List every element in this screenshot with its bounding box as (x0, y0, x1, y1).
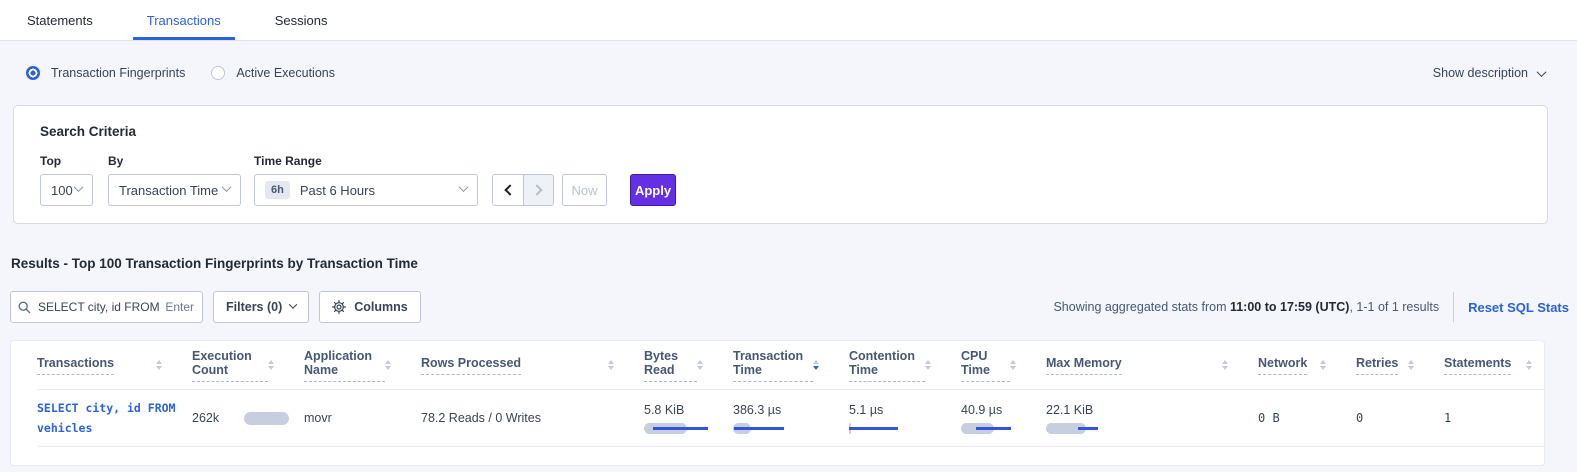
chevron-down-icon (1537, 67, 1547, 77)
chevron-down-icon (222, 182, 232, 192)
sort-icon[interactable] (1222, 360, 1228, 370)
apply-button[interactable]: Apply (630, 174, 676, 206)
by-label: By (108, 154, 254, 168)
sort-icon[interactable] (268, 360, 274, 370)
column-header-network[interactable]: Network (1258, 356, 1356, 375)
sort-icon[interactable] (608, 360, 614, 370)
now-button[interactable]: Now (562, 174, 607, 206)
aggregated-stats: Showing aggregated stats from 11:00 to 1… (1053, 292, 1569, 322)
radio-active-executions-label: Active Executions (236, 66, 335, 80)
column-header-cpu-time[interactable]: CPU Time (961, 349, 1046, 382)
execution-count-bar (244, 412, 289, 425)
bytes-read-cell: 5.8 KiB (644, 403, 733, 434)
by-select[interactable]: Transaction Time (108, 174, 241, 206)
sort-icon[interactable] (1320, 360, 1326, 370)
chevron-right-icon (531, 184, 542, 195)
top-label: Top (40, 154, 108, 168)
execution-count-cell: 262k (192, 411, 304, 425)
column-header-bytes-read[interactable]: Bytes Read (644, 349, 733, 382)
application-name-cell: movr (304, 411, 421, 425)
show-description-label: Show description (1433, 66, 1528, 80)
time-range-label: Time Range (254, 154, 492, 168)
search-box[interactable]: Enter (10, 291, 203, 323)
chevron-down-icon (74, 182, 84, 192)
results-table: Transactions Execution Count Application… (10, 340, 1545, 466)
search-icon (18, 301, 31, 314)
column-header-transaction-time[interactable]: Transaction Time (733, 349, 849, 382)
chevron-left-icon (504, 184, 515, 195)
search-enter-hint: Enter (165, 300, 194, 314)
sort-icon[interactable] (697, 360, 703, 370)
column-header-execution-count[interactable]: Execution Count (192, 349, 304, 382)
table-header-row: Transactions Execution Count Application… (37, 341, 1544, 390)
reset-sql-stats-link[interactable]: Reset SQL Stats (1468, 300, 1569, 315)
sort-icon-active-desc[interactable] (813, 360, 819, 370)
results-toolbar: Enter Filters (0) Columns Showing aggreg… (10, 291, 1569, 323)
show-description-toggle[interactable]: Show description (1433, 66, 1551, 80)
sort-icon[interactable] (1526, 360, 1532, 370)
divider (1453, 292, 1454, 322)
column-header-application-name[interactable]: Application Name (304, 349, 421, 382)
cpu-time-cell: 40.9 µs (961, 403, 1046, 434)
gear-icon (332, 300, 346, 314)
view-toggle-row: Transaction Fingerprints Active Executio… (0, 41, 1577, 105)
filters-button-label: Filters (0) (226, 300, 282, 314)
radio-fingerprints-label: Transaction Fingerprints (51, 66, 185, 80)
table-row: SELECT city, id FROM vehicles 262k movr … (37, 390, 1544, 447)
sort-icon[interactable] (385, 360, 391, 370)
radio-unselected-icon[interactable] (211, 66, 225, 80)
column-header-transactions[interactable]: Transactions (37, 356, 192, 375)
retries-cell: 0 (1356, 411, 1444, 425)
tab-transactions[interactable]: Transactions (145, 0, 223, 40)
time-range-badge: 6h (265, 181, 290, 199)
column-header-max-memory[interactable]: Max Memory (1046, 356, 1258, 375)
transaction-time-bar-chart (733, 423, 805, 434)
column-header-contention-time[interactable]: Contention Time (849, 349, 961, 382)
tab-sessions[interactable]: Sessions (273, 0, 330, 40)
tabs-bar: Statements Transactions Sessions (0, 0, 1577, 41)
stats-time-range: 11:00 to 17:59 (UTC) (1230, 300, 1349, 314)
time-next-button[interactable] (523, 175, 553, 205)
by-select-value: Transaction Time (119, 183, 218, 198)
radio-active-executions[interactable]: Active Executions (211, 66, 335, 80)
search-criteria-card: Search Criteria Top 100 By Transaction T… (13, 105, 1548, 224)
bytes-read-bar-chart (644, 423, 716, 434)
contention-time-cell: 5.1 µs (849, 403, 961, 434)
time-nav-group (492, 174, 554, 206)
radio-selected-icon[interactable] (26, 66, 40, 80)
column-header-rows-processed[interactable]: Rows Processed (421, 356, 644, 375)
sort-icon[interactable] (925, 360, 931, 370)
max-memory-bar-chart (1046, 423, 1118, 434)
transaction-fingerprint-link[interactable]: SELECT city, id FROM vehicles (37, 398, 192, 438)
results-heading: Results - Top 100 Transaction Fingerprin… (11, 256, 418, 271)
stats-suffix: , 1-1 of 1 results (1349, 300, 1439, 314)
stats-prefix: Showing aggregated stats from (1053, 300, 1230, 314)
columns-button[interactable]: Columns (319, 291, 420, 323)
transaction-time-cell: 386.3 µs (733, 403, 849, 434)
network-cell: 0 B (1258, 411, 1356, 425)
search-input[interactable] (38, 300, 161, 314)
statements-cell: 1 (1444, 411, 1544, 425)
column-header-retries[interactable]: Retries (1356, 356, 1444, 375)
chevron-down-icon (459, 182, 469, 192)
time-range-select[interactable]: 6h Past 6 Hours (254, 174, 478, 206)
time-range-value: Past 6 Hours (300, 183, 375, 198)
sort-icon[interactable] (1010, 360, 1016, 370)
search-criteria-title: Search Criteria (40, 124, 1521, 139)
time-prev-button[interactable] (493, 175, 523, 205)
max-memory-cell: 22.1 KiB (1046, 403, 1258, 434)
top-select-value: 100 (51, 183, 73, 198)
contention-time-bar-chart (849, 423, 921, 434)
chevron-down-icon (289, 300, 297, 308)
columns-button-label: Columns (354, 300, 407, 314)
top-select[interactable]: 100 (40, 174, 93, 206)
cpu-time-bar-chart (961, 423, 1033, 434)
tab-statements[interactable]: Statements (25, 0, 95, 40)
sort-icon[interactable] (1408, 360, 1414, 370)
rows-processed-cell: 78.2 Reads / 0 Writes (421, 411, 644, 425)
column-header-statements[interactable]: Statements (1444, 356, 1544, 375)
filters-button[interactable]: Filters (0) (213, 291, 309, 323)
sort-icon[interactable] (156, 360, 162, 370)
radio-transaction-fingerprints[interactable]: Transaction Fingerprints (26, 66, 185, 80)
